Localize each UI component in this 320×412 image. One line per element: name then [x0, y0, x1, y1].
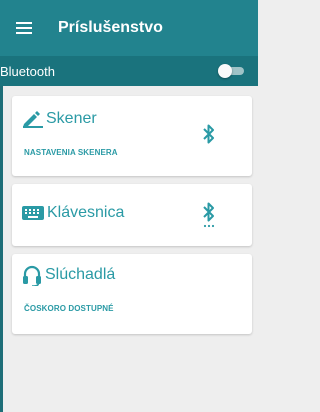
keyboard-card-header: Klávesnica	[22, 204, 124, 222]
app-bar: Príslušenstvo	[0, 0, 258, 56]
scanner-settings-link[interactable]: NASTAVENIA SKENERA	[24, 148, 118, 157]
headset-icon	[23, 265, 41, 286]
scanner-title: Skener	[46, 110, 97, 127]
headset-coming-soon: ČOSKORO DOSTUPNÉ	[24, 304, 114, 313]
bluetooth-searching-icon	[203, 202, 215, 228]
headset-card[interactable]: Slúchadlá ČOSKORO DOSTUPNÉ	[12, 254, 252, 334]
keyboard-icon	[22, 206, 44, 220]
bluetooth-bar: Bluetooth	[0, 56, 258, 86]
bluetooth-label: Bluetooth	[0, 63, 55, 79]
bluetooth-toggle[interactable]	[218, 64, 246, 78]
keyboard-card[interactable]: Klávesnica	[12, 184, 252, 246]
headset-card-header: Slúchadlá	[22, 264, 115, 286]
keyboard-title: Klávesnica	[47, 204, 125, 221]
menu-button[interactable]	[0, 0, 48, 56]
toggle-knob	[218, 64, 232, 78]
hamburger-menu-icon	[16, 22, 32, 34]
page-title: Príslušenstvo	[58, 19, 163, 36]
app-frame: Príslušenstvo Bluetooth Skener NASTAVENI…	[0, 0, 258, 412]
headset-title: Slúchadlá	[45, 266, 116, 283]
bluetooth-icon	[203, 124, 214, 144]
scanner-card-header: Skener	[22, 110, 97, 128]
scanner-card[interactable]: Skener NASTAVENIA SKENERA	[12, 96, 252, 176]
pen-icon	[23, 111, 43, 128]
